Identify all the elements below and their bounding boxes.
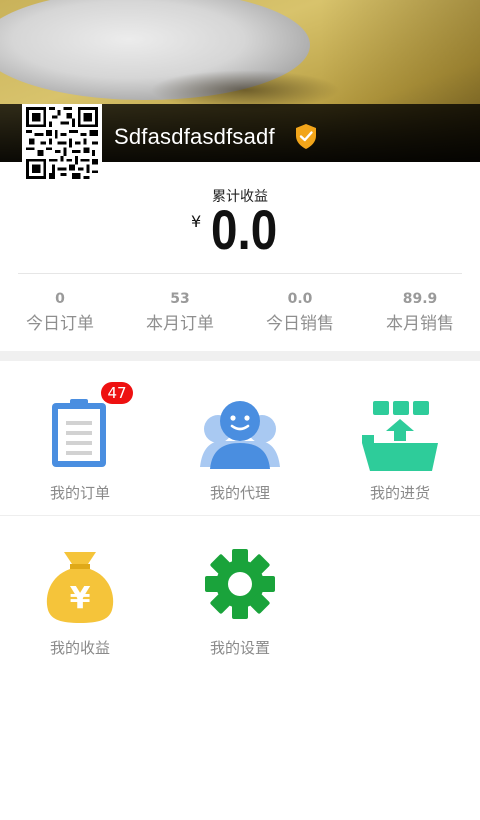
stat-today-orders[interactable]: 0 今日订单 (0, 288, 120, 338)
menu-item-label: 我的代理 (209, 484, 270, 502)
stat-value: 89.9 (402, 291, 438, 307)
stat-value: 0 (55, 291, 65, 307)
menu-item-label: 我的设置 (209, 639, 270, 657)
section-spacer (0, 351, 480, 361)
menu-item-label: 我的进货 (369, 484, 430, 502)
agents-icon (200, 391, 280, 471)
stat-value: 0.0 (287, 291, 313, 307)
svg-text:¥: ¥ (70, 581, 91, 616)
earnings-amount: 0.0 (211, 198, 278, 261)
earnings-total: ¥ 0.0 (0, 200, 480, 262)
currency-symbol: ¥ (190, 212, 202, 231)
menu-item-label: 我的订单 (49, 484, 110, 502)
menu-item-restock[interactable]: 我的进货 (320, 361, 480, 515)
menu-empty-slot (320, 516, 480, 670)
username: Sdfasdfasdfsadf (114, 124, 275, 149)
stat-value: 53 (170, 291, 190, 307)
stat-month-orders[interactable]: 53 本月订单 (120, 288, 240, 338)
gear-icon (200, 546, 280, 626)
menu-item-settings[interactable]: 我的设置 (160, 516, 320, 670)
stat-label: 本月订单 (146, 314, 214, 334)
stat-label: 今日订单 (26, 314, 94, 334)
qr-code-icon[interactable] (22, 104, 102, 182)
divider (18, 273, 462, 274)
menu-item-orders[interactable]: 47 我的订单 (0, 361, 160, 515)
restock-ship-icon (360, 391, 440, 471)
stats-row: 0 今日订单 53 本月订单 0.0 今日销售 89.9 本月销售 (0, 288, 480, 338)
menu-item-earnings[interactable]: ¥ 我的收益 (0, 516, 160, 670)
stat-month-sales[interactable]: 89.9 本月销售 (360, 288, 480, 338)
stat-label: 今日销售 (266, 314, 334, 334)
orders-count-badge: 47 (101, 382, 133, 404)
stat-label: 本月销售 (386, 314, 454, 334)
money-bag-icon: ¥ (40, 546, 120, 626)
stat-today-sales[interactable]: 0.0 今日销售 (240, 288, 360, 338)
shield-check-icon (295, 124, 317, 149)
menu-item-agents[interactable]: 我的代理 (160, 361, 320, 515)
menu-grid: 47 我的订单 我的代理 我的进货 ¥ 我的收益 我的设置 (0, 361, 480, 670)
menu-item-label: 我的收益 (49, 639, 110, 657)
